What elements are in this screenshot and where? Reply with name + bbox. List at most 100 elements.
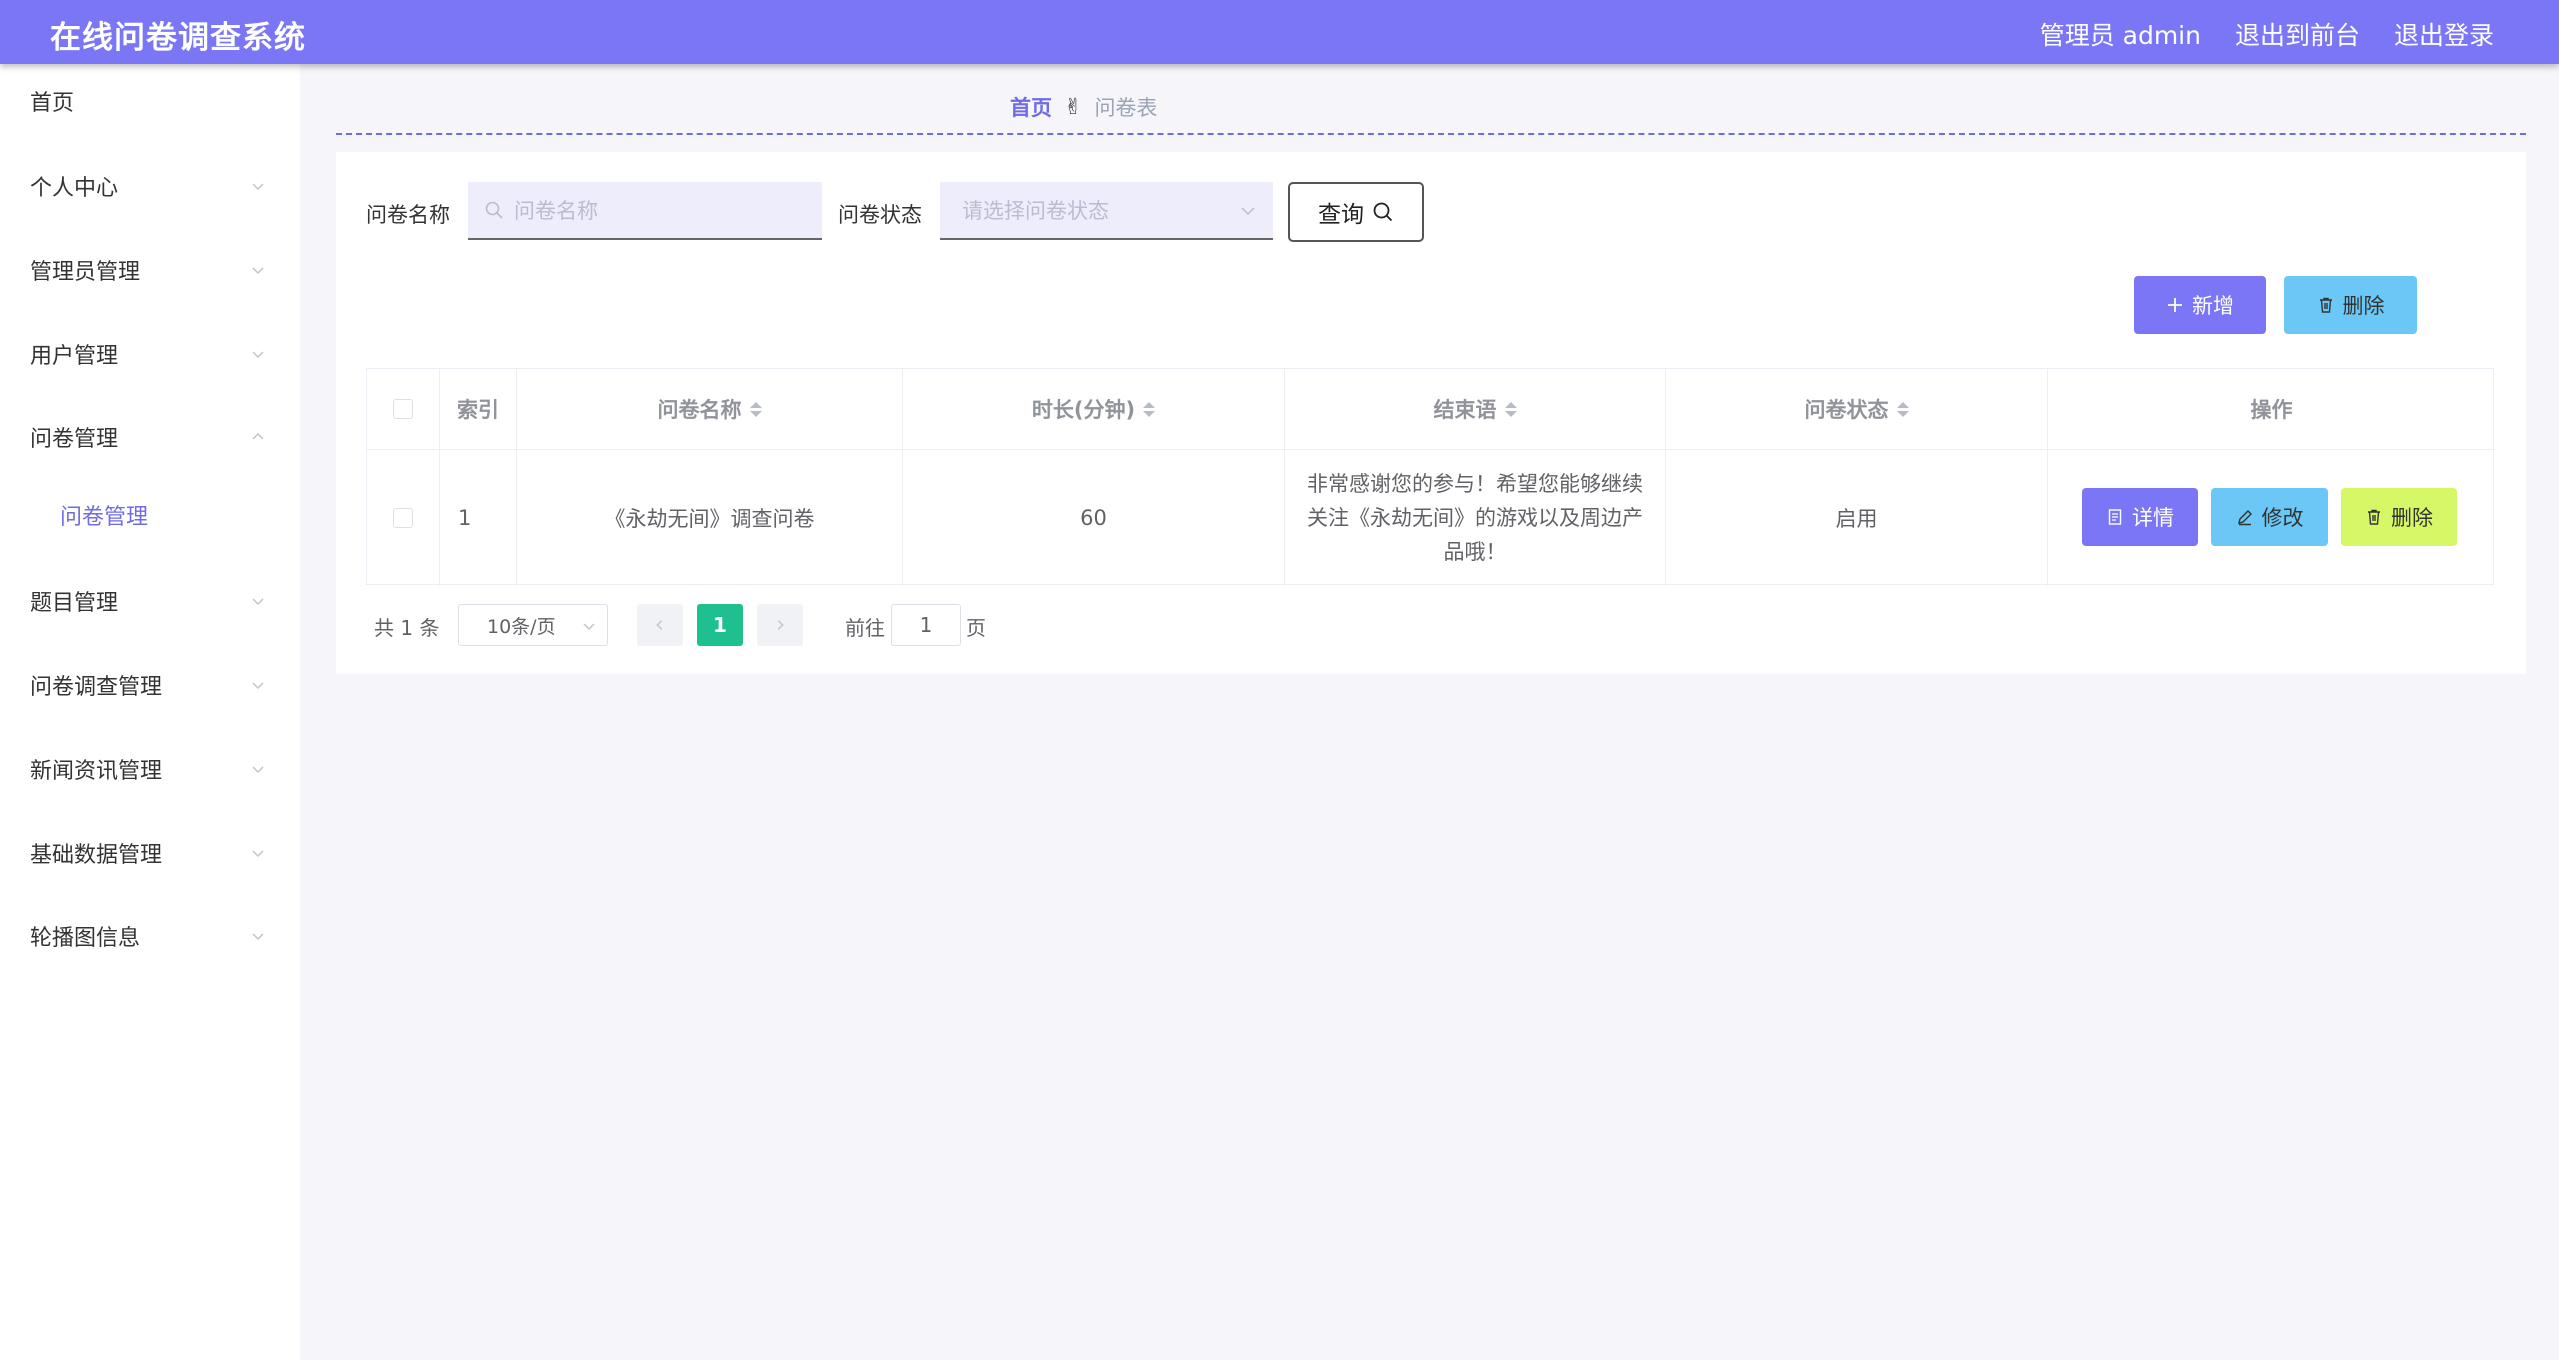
survey-table: 索引 问卷名称 时长(分钟) 结束语 问卷状态 操作 1 《永劫无间》调查问卷 … [366, 368, 2495, 586]
sidebar-item-label: 基础数据管理 [30, 843, 163, 868]
header-name[interactable]: 问卷名称 [517, 369, 902, 450]
header-status-label: 问卷状态 [1804, 398, 1889, 422]
top-actions: 管理员 admin 退出到前台 退出登录 [2040, 16, 2494, 52]
sort-icon[interactable] [1896, 401, 1909, 417]
hand-icon: ✌ [1064, 94, 1083, 120]
chevron-left-icon [656, 620, 663, 630]
chevron-down-icon [250, 845, 266, 861]
add-button-label: 新增 [2192, 294, 2234, 318]
chevron-down-icon [250, 346, 266, 362]
bulk-delete-button-label: 删除 [2342, 294, 2385, 318]
cell-status: 启用 [1835, 507, 1878, 531]
chevron-down-icon [250, 178, 266, 194]
sidebar: 首页 个人中心 管理员管理 用户管理 问卷管理 问卷管理 题目管理 问卷调查管理… [0, 64, 300, 1360]
chevron-down-icon [250, 593, 266, 609]
logout-link[interactable]: 退出登录 [2394, 16, 2494, 52]
survey-status-placeholder: 请选择问卷状态 [962, 199, 1109, 223]
chevron-up-icon [250, 429, 266, 445]
goto-label: 前往 [845, 616, 885, 640]
sort-icon[interactable] [1143, 401, 1156, 417]
header-closing[interactable]: 结束语 [1285, 369, 1665, 450]
chevron-down-icon [250, 928, 266, 944]
add-button[interactable]: 新增 [2134, 276, 2266, 334]
breadcrumb: 首页 ✌ 问卷表 [1010, 92, 1157, 122]
trash-icon [2368, 509, 2380, 525]
header-index: 索引 [440, 369, 516, 450]
sidebar-item-carousel-info[interactable]: 轮播图信息 [0, 901, 300, 971]
sidebar-subitem-survey-mgmt[interactable]: 问卷管理 [0, 480, 300, 550]
sidebar-item-label: 问卷管理 [60, 505, 149, 530]
sidebar-item-question-mgmt[interactable]: 题目管理 [0, 566, 300, 636]
chevron-down-icon [1241, 207, 1255, 216]
breadcrumb-home-link[interactable]: 首页 [1010, 92, 1052, 122]
sort-icon[interactable] [1504, 401, 1517, 417]
sidebar-item-admin-mgmt[interactable]: 管理员管理 [0, 235, 300, 305]
survey-name-label: 问卷名称 [366, 203, 450, 227]
header-select-all [367, 369, 439, 450]
cell-name: 《永劫无间》调查问卷 [604, 507, 815, 531]
breadcrumb-divider [336, 133, 2526, 135]
chevron-down-icon [583, 623, 595, 631]
search-icon [485, 201, 503, 219]
sidebar-item-label: 轮播图信息 [30, 926, 141, 951]
bulk-delete-button[interactable]: 删除 [2284, 276, 2417, 334]
chevron-right-icon [777, 620, 784, 630]
pagination-total: 共 1 条 [374, 616, 440, 640]
sidebar-item-base-data-mgmt[interactable]: 基础数据管理 [0, 818, 300, 888]
cell-closing: 非常感谢您的参与！希望您能够继续关注《永劫无间》的游戏以及周边产品哦！ [1285, 451, 1665, 585]
sidebar-item-user-mgmt[interactable]: 用户管理 [0, 319, 300, 389]
top-bar: 在线问卷调查系统 管理员 admin 退出到前台 退出登录 [0, 0, 2559, 64]
plus-icon [2168, 298, 2182, 312]
app-title: 在线问卷调查系统 [50, 20, 306, 56]
sidebar-item-label: 用户管理 [30, 344, 119, 369]
sidebar-item-home[interactable]: 首页 [0, 66, 300, 136]
survey-status-label: 问卷状态 [838, 203, 922, 227]
cell-duration: 60 [1080, 506, 1107, 530]
header-duration[interactable]: 时长(分钟) [903, 369, 1284, 450]
sidebar-item-label: 新闻资讯管理 [30, 759, 163, 784]
edit-button[interactable]: 修改 [2211, 488, 2328, 546]
survey-name-placeholder: 问卷名称 [514, 199, 598, 223]
sidebar-item-personal-center[interactable]: 个人中心 [0, 151, 300, 221]
query-button[interactable]: 查询 [1288, 182, 1424, 242]
chevron-down-icon [250, 677, 266, 693]
sidebar-item-label: 首页 [30, 91, 75, 116]
sort-icon[interactable] [749, 401, 762, 417]
detail-button-label: 详情 [2132, 506, 2174, 530]
search-icon [1373, 202, 1393, 222]
sidebar-item-label: 问卷调查管理 [30, 675, 163, 700]
edit-icon [2237, 510, 2252, 526]
row-delete-button[interactable]: 删除 [2341, 488, 2457, 546]
survey-status-select[interactable]: 请选择问卷状态 [940, 182, 1273, 240]
sidebar-item-survey-mgmt[interactable]: 问卷管理 [0, 402, 300, 472]
sidebar-item-news-mgmt[interactable]: 新闻资讯管理 [0, 734, 300, 804]
sidebar-item-label: 个人中心 [30, 176, 119, 201]
goto-page-input[interactable]: 1 [891, 604, 961, 646]
header-closing-label: 结束语 [1433, 398, 1497, 422]
row-checkbox[interactable] [393, 508, 413, 528]
survey-name-input[interactable]: 问卷名称 [468, 182, 822, 240]
detail-button[interactable]: 详情 [2082, 488, 2198, 546]
page-size-value: 10条/页 [487, 615, 556, 638]
sidebar-item-label: 问卷管理 [30, 427, 119, 452]
sidebar-item-survey-investigation-mgmt[interactable]: 问卷调查管理 [0, 650, 300, 720]
page-number-button[interactable]: 1 [697, 604, 743, 646]
exit-to-frontend-link[interactable]: 退出到前台 [2235, 16, 2360, 52]
query-button-label: 查询 [1318, 202, 1364, 228]
chevron-down-icon [250, 262, 266, 278]
sidebar-item-label: 管理员管理 [30, 260, 141, 285]
chevron-down-icon [250, 761, 266, 777]
header-name-label: 问卷名称 [657, 398, 742, 422]
prev-page-button[interactable] [637, 604, 683, 646]
next-page-button[interactable] [757, 604, 803, 646]
row-delete-button-label: 删除 [2391, 506, 2433, 530]
page-size-select[interactable]: 10条/页 [458, 604, 608, 646]
breadcrumb-current: 问卷表 [1094, 96, 1158, 120]
document-icon [2108, 509, 2122, 525]
header-status[interactable]: 问卷状态 [1666, 369, 2047, 450]
admin-user-label[interactable]: 管理员 admin [2040, 16, 2201, 52]
cell-index: 1 [458, 506, 472, 530]
closing-text: 非常感谢您的参与！希望您能够继续关注《永劫无间》的游戏以及周边产品哦！ [1307, 472, 1643, 564]
select-all-checkbox[interactable] [393, 399, 413, 419]
sidebar-item-label: 题目管理 [30, 591, 119, 616]
